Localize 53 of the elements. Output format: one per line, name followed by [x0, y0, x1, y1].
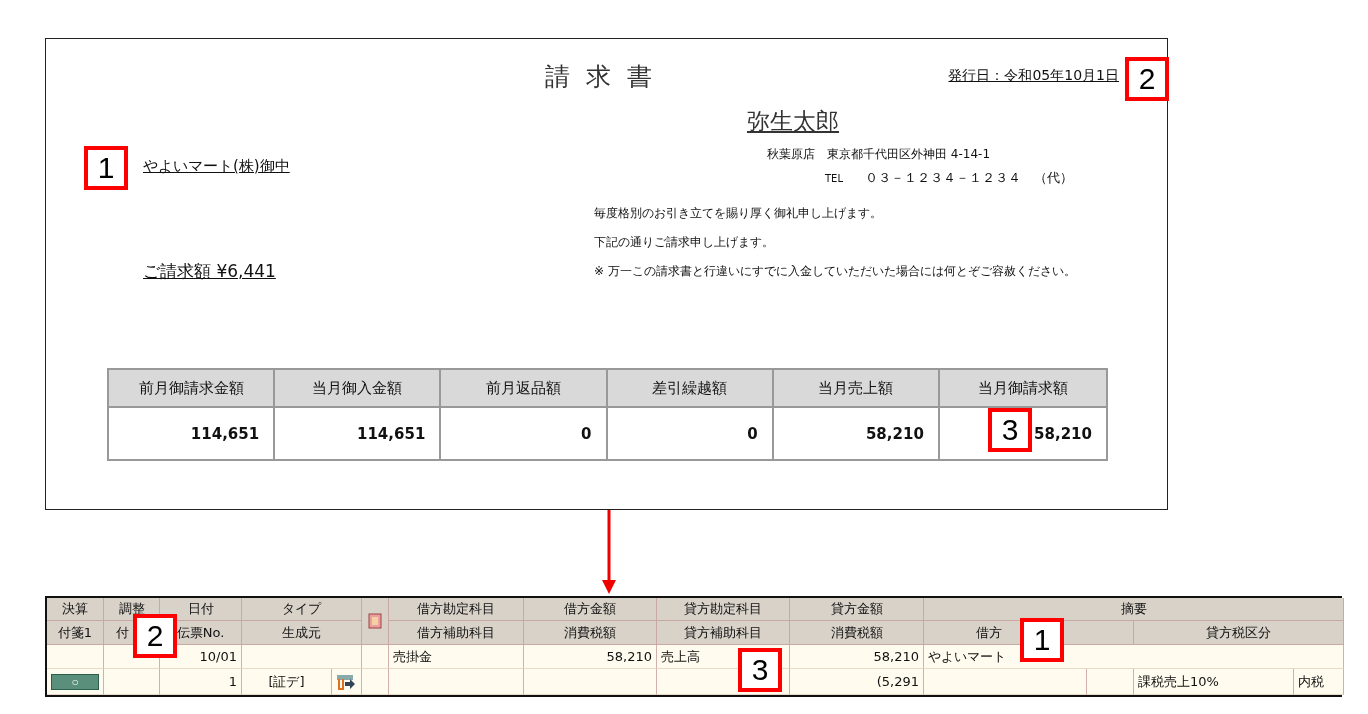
callout-number: 2 — [1125, 57, 1169, 101]
column-header: タイプ — [242, 598, 362, 621]
column-header: 当月御入金額 — [275, 370, 442, 408]
column-header: 決算 — [47, 598, 104, 621]
issuer-name: 弥生太郎 — [747, 107, 839, 136]
table-cell: [証デ] — [242, 669, 332, 695]
customer-name: やよいマート(株)御中 — [143, 157, 290, 176]
table-cell: 114,651 — [190, 424, 260, 443]
table-cell: 0 — [747, 424, 758, 443]
column-header: 貸方補助科目 — [657, 621, 790, 645]
column-header: 消費税額 — [790, 621, 924, 645]
table-cell: 売掛金 — [389, 645, 524, 669]
callout-number: 3 — [738, 648, 782, 692]
column-header: 借方勘定科目 — [389, 598, 524, 621]
callout-number: 1 — [84, 146, 128, 190]
column-header: 貸方金額 — [790, 598, 924, 621]
issue-date: 発行日：令和05年10月1日 — [948, 67, 1119, 85]
invoice-title: 請 求 書 — [545, 61, 656, 93]
column-header: 付箋1 — [47, 621, 104, 645]
column-header: 当月御請求額 — [939, 370, 1106, 408]
table-cell: 58,210 — [1034, 424, 1092, 443]
issuer-address: 秋葉原店 東京都千代田区外神田 4-14-1 — [767, 146, 990, 163]
column-header: 消費税額 — [524, 621, 657, 645]
column-header: 差引繰越額 — [607, 370, 774, 408]
sticky-note-button[interactable]: ○ — [51, 673, 99, 690]
tel-number: ０３－１２３４－１２３４ （代） — [865, 169, 1073, 187]
message-line: ※ 万一この請求書と行違いにすでに入金していただいた場合には何とぞご容赦ください。 — [594, 263, 1076, 280]
message-line: 毎度格別のお引き立てを賜り厚く御礼申し上げます。 — [594, 205, 882, 222]
column-header: 前月返品額 — [441, 370, 608, 408]
callout-number: 3 — [988, 408, 1032, 452]
message-line: 下記の通りご請求申し上げます。 — [594, 234, 774, 251]
table-cell: (5,291 — [790, 669, 924, 695]
table-cell: 58,210 — [865, 424, 924, 443]
column-header: 貸方勘定科目 — [657, 598, 790, 621]
column-header: 前月御請求金額 — [109, 370, 276, 408]
column-header: 摘要 — [924, 598, 1344, 621]
table-cell: 114,651 — [357, 424, 426, 443]
table-cell: 課税売上10% — [1134, 669, 1294, 695]
column-header: 生成元 — [242, 621, 362, 645]
table-cell: 1 — [160, 669, 242, 695]
table-cell: 58,210 — [790, 645, 924, 669]
column-header: 貸方税区分 — [1134, 621, 1344, 645]
column-header: 借方金額 — [524, 598, 657, 621]
table-cell: 内税 — [1294, 669, 1344, 695]
column-header: 当月売上額 — [773, 370, 940, 408]
tel-label: TEL — [825, 173, 843, 184]
table-cell: 0 — [581, 424, 592, 443]
clip-arrow-icon[interactable] — [336, 672, 356, 691]
table-cell: 58,210 — [524, 645, 657, 669]
callout-number: 2 — [133, 614, 177, 658]
column-header: 借方補助科目 — [389, 621, 524, 645]
claim-amount: ご請求額 ¥6,441 — [143, 260, 276, 283]
column-header: 日付 — [160, 598, 242, 621]
